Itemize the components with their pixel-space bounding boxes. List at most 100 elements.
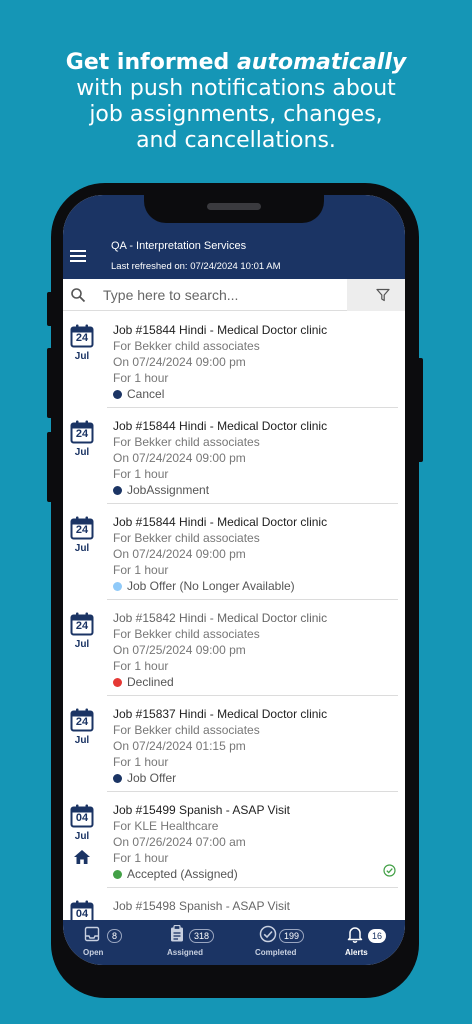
- job-duration: For 1 hour: [113, 755, 169, 769]
- alert-details: Job #15844 Hindi - Medical Doctor clinic…: [113, 418, 327, 498]
- calendar-day: 24: [75, 716, 89, 728]
- tab-alerts[interactable]: 16 Alerts: [343, 920, 393, 960]
- bell-icon: [347, 927, 363, 943]
- job-title: Job #15499 Spanish - ASAP Visit: [113, 803, 291, 817]
- status-dot: [113, 581, 122, 591]
- alerts-list: 24 Jul Job #15844 Hindi - Medical Doctor c…: [63, 312, 405, 920]
- alert-item[interactable]: 24 Jul Job #15844 Hindi - Medical Doctor c…: [63, 408, 405, 504]
- promo-headline: Get informed automatically with push not…: [0, 50, 472, 154]
- tab-completed-label: Completed: [255, 948, 297, 957]
- job-title: Job #15844 Hindi - Medical Doctor clinic: [113, 515, 328, 529]
- alert-details: Job #15844 Hindi - Medical Doctor clinic…: [113, 322, 327, 402]
- status-dot: [113, 677, 122, 687]
- job-status: JobAssignment: [113, 482, 327, 498]
- alert-item[interactable]: 04 Job #15498 Spanish - ASAP Visit: [63, 888, 405, 920]
- search-input[interactable]: [103, 279, 343, 311]
- job-title: Job #15837 Hindi - Medical Doctor clinic: [113, 707, 328, 721]
- filter-button[interactable]: [347, 279, 405, 311]
- last-refreshed-text: Last refreshed on: 07/24/2024 10:01 AM: [111, 261, 281, 272]
- status-label: Job Offer: [127, 771, 177, 785]
- job-status: Declined: [113, 674, 327, 690]
- search-bar: [63, 279, 405, 311]
- calendar-day: 04: [75, 908, 89, 920]
- calendar-day: 24: [75, 428, 89, 440]
- inbox-icon: [84, 926, 100, 942]
- phone-volume-up-button: [47, 348, 53, 418]
- organization-name: QA - Interpretation Services: [111, 240, 247, 252]
- accepted-check-icon: [383, 864, 396, 877]
- job-status: Accepted (Assigned): [113, 866, 290, 882]
- tab-open-label: Open: [83, 948, 104, 957]
- hamburger-menu-icon[interactable]: [70, 250, 86, 262]
- calendar-month: Jul: [74, 639, 90, 650]
- job-client: For Bekker child associates: [113, 723, 260, 737]
- job-date: On 07/24/2024 09:00 pm: [113, 451, 246, 465]
- headline-line3: job assignments, changes,: [89, 102, 383, 127]
- job-title: Job #15842 Hindi - Medical Doctor clinic: [113, 611, 328, 625]
- status-label: JobAssignment: [127, 483, 210, 497]
- phone-notch: [144, 195, 324, 223]
- home-icon: [74, 850, 90, 864]
- search-icon: [71, 288, 86, 303]
- check-circle-icon: [259, 925, 277, 943]
- job-date: On 07/25/2024 09:00 pm: [113, 643, 246, 657]
- calendar-icon: 24 Jul: [70, 612, 94, 650]
- alert-details: Job #15498 Spanish - ASAP Visit: [113, 898, 290, 914]
- job-duration: For 1 hour: [113, 371, 169, 385]
- job-client: For Bekker child associates: [113, 435, 260, 449]
- alert-item[interactable]: 24 Jul Job #15844 Hindi - Medical Doctor c…: [63, 312, 405, 408]
- job-date: On 07/26/2024 07:00 am: [113, 835, 246, 849]
- job-title: Job #15844 Hindi - Medical Doctor clinic: [113, 323, 328, 337]
- alert-item[interactable]: 24 Jul Job #15844 Hindi - Medical Doctor c…: [63, 504, 405, 600]
- job-date: On 07/24/2024 09:00 pm: [113, 355, 246, 369]
- calendar-icon: 24 Jul: [70, 708, 94, 746]
- phone-power-button: [417, 358, 423, 462]
- calendar-month: Jul: [74, 735, 90, 746]
- speaker-grille: [207, 203, 261, 210]
- status-dot: [113, 485, 122, 495]
- tab-assigned-label: Assigned: [167, 948, 204, 957]
- calendar-day: 24: [75, 620, 89, 632]
- calendar-icon: 24 Jul: [70, 420, 94, 458]
- status-label: Cancel: [127, 387, 165, 401]
- tab-open[interactable]: 8 Open: [75, 920, 130, 960]
- alert-details: Job #15842 Hindi - Medical Doctor clinic…: [113, 610, 327, 690]
- clipboard-icon: [171, 925, 183, 942]
- completed-count-badge: 199: [279, 929, 305, 943]
- job-status: Job Offer: [113, 770, 327, 786]
- calendar-day: 24: [75, 332, 89, 344]
- app-header: QA - Interpretation Services Last refres…: [63, 195, 405, 279]
- phone-mute-button: [47, 292, 53, 326]
- tab-assigned[interactable]: 318 Assigned: [161, 920, 221, 960]
- job-client: For Bekker child associates: [113, 339, 260, 353]
- job-client: For KLE Healthcare: [113, 819, 219, 833]
- alert-item[interactable]: 04 Jul Job #15499 Spanish - ASAP Visit For …: [63, 792, 405, 888]
- job-date: On 07/24/2024 09:00 pm: [113, 547, 246, 561]
- status-label: Job Offer (No Longer Available): [127, 579, 295, 593]
- calendar-month: Jul: [74, 831, 90, 842]
- alert-item[interactable]: 24 Jul Job #15837 Hindi - Medical Doctor c…: [63, 696, 405, 792]
- alert-item[interactable]: 24 Jul Job #15842 Hindi - Medical Doctor c…: [63, 600, 405, 696]
- job-date: On 07/24/2024 01:15 pm: [113, 739, 246, 753]
- open-count-badge: 8: [107, 929, 123, 943]
- calendar-month: Jul: [74, 543, 90, 554]
- calendar-icon: 24 Jul: [70, 324, 94, 362]
- calendar-icon: 24 Jul: [70, 516, 94, 554]
- job-title: Job #15844 Hindi - Medical Doctor clinic: [113, 419, 328, 433]
- headline-bold: Get informed: [65, 50, 237, 75]
- status-dot: [113, 389, 122, 399]
- phone-volume-down-button: [47, 432, 53, 502]
- status-dot: [113, 773, 122, 783]
- job-client: For Bekker child associates: [113, 531, 260, 545]
- tab-completed[interactable]: 199 Completed: [251, 920, 315, 960]
- job-duration: For 1 hour: [113, 467, 169, 481]
- headline-line4: and cancellations.: [136, 128, 336, 153]
- job-duration: For 1 hour: [113, 563, 169, 577]
- bottom-tab-bar: 8 Open 318 Assigned 199 Completed 16 Ale…: [63, 920, 405, 965]
- calendar-day: 24: [75, 524, 89, 536]
- headline-line2: with push notifications about: [76, 76, 396, 101]
- alerts-count-badge: 16: [368, 929, 387, 943]
- filter-icon: [376, 288, 390, 302]
- job-duration: For 1 hour: [113, 851, 169, 865]
- status-label: Declined: [127, 675, 174, 689]
